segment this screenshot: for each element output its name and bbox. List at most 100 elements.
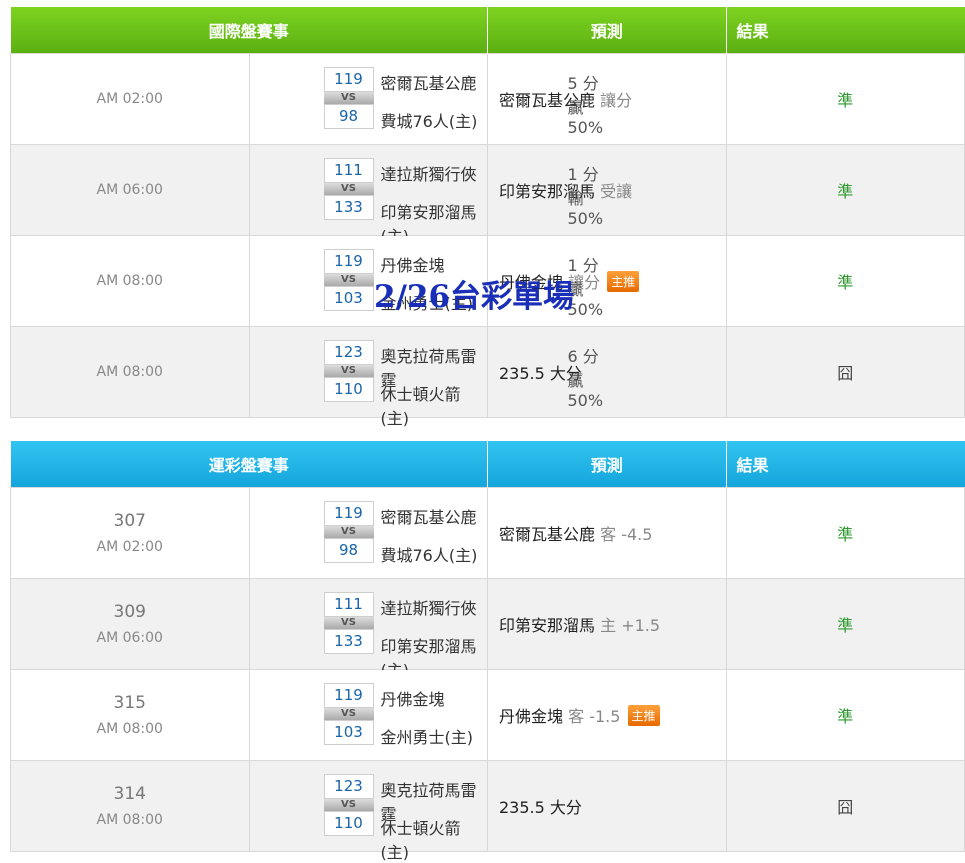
prediction-cell: 印第安那溜馬 受讓 [487, 143, 727, 236]
match-cell: 111 VS 133 達拉斯獨行俠 印第安那溜馬(主) [248, 577, 488, 680]
intl-table: 國際盤賽事 預測 結果 AM 02:00 119 VS 98 密爾瓦基公鹿 費城… [10, 7, 965, 428]
home-team: 金州勇士(主) [380, 727, 474, 747]
intl-header-result: 結果 [726, 7, 965, 53]
prediction-line: 主 +1.5 [600, 615, 661, 635]
home-team: 費城76人(主) [380, 545, 478, 565]
table-row: 314 AM 08:00 123 VS 110 奧克拉荷馬雷霆 休士頓火箭(主) … [10, 759, 965, 862]
away-score: 123 [323, 339, 374, 365]
vs-label: VS [323, 182, 374, 195]
match-time: AM 02:00 [96, 90, 163, 107]
date-watermark: 2/26台彩單場 [374, 279, 575, 315]
match-cell: 111 VS 133 達拉斯獨行俠 印第安那溜馬(主) 1 分輸50% [248, 143, 603, 246]
intl-header-prediction: 預測 [487, 7, 727, 53]
featured-pick-badge: 主推 [607, 270, 640, 292]
prediction-team: 密爾瓦基公鹿 [499, 524, 596, 544]
intl-panel: 國際盤賽事 預測 結果 AM 02:00 119 VS 98 密爾瓦基公鹿 費城… [10, 7, 965, 428]
table-row: 307 AM 02:00 119 VS 98 密爾瓦基公鹿 費城76人(主) 密爾… [10, 486, 965, 579]
result-cell: 準 [725, 668, 965, 761]
sports-panel: 運彩盤賽事 預測 結果 307 AM 02:00 119 VS 98 密爾瓦基公鹿… [10, 441, 965, 862]
away-score: 119 [323, 248, 374, 274]
home-score: 110 [323, 376, 374, 402]
prediction-team: 235.5 大分 [499, 797, 582, 817]
home-team: 費城76人(主) [380, 111, 478, 131]
match-time-cell: 314 AM 08:00 [10, 759, 250, 852]
home-score: 98 [323, 537, 374, 563]
prediction-cell: 235.5 大分 [487, 325, 727, 418]
match-time: AM 02:00 [96, 538, 163, 555]
match-time: AM 08:00 [96, 272, 163, 289]
score-box: 119 VS 98 [323, 66, 374, 129]
away-score: 111 [323, 591, 374, 617]
result-cell: 準 [725, 52, 965, 145]
spread-result: 5 分贏50% [567, 73, 604, 137]
result-cell: 囧 [725, 759, 965, 852]
home-score: 103 [323, 285, 374, 311]
match-time: AM 06:00 [96, 629, 163, 646]
prediction-cell: 235.5 大分 [487, 759, 727, 852]
table-row: AM 08:00 123 VS 110 奧克拉荷馬雷霆 休士頓火箭(主) 6 分… [10, 325, 965, 428]
home-score: 110 [323, 810, 374, 836]
vs-label: VS [323, 616, 374, 629]
table-row: AM 06:00 111 VS 133 達拉斯獨行俠 印第安那溜馬(主) 1 分… [10, 143, 965, 246]
game-number: 315 [113, 692, 146, 713]
match-cell: 123 VS 110 奧克拉荷馬雷霆 休士頓火箭(主) [248, 759, 488, 862]
match-time-cell: AM 02:00 [10, 52, 250, 145]
score-box: 119 VS 103 [323, 682, 374, 745]
score-box: 119 VS 103 [323, 248, 374, 311]
match-time-cell: 309 AM 06:00 [10, 577, 250, 670]
away-team: 達拉斯獨行俠 [380, 598, 477, 618]
match-time-cell: AM 08:00 [10, 234, 250, 327]
sports-header-match: 運彩盤賽事 [10, 441, 488, 487]
spread-result: 1 分輸50% [567, 164, 604, 228]
score-box: 111 VS 133 [323, 591, 374, 654]
away-team: 密爾瓦基公鹿 [380, 507, 477, 527]
table-row: AM 02:00 119 VS 98 密爾瓦基公鹿 費城76人(主) 5 分贏5… [10, 52, 965, 145]
prediction-type: 讓分 [600, 90, 633, 110]
result-cell: 準 [725, 234, 965, 327]
result-cell: 準 [725, 143, 965, 236]
game-number: 309 [113, 601, 146, 622]
vs-label: VS [323, 525, 374, 538]
prediction-cell: 密爾瓦基公鹿 客 -4.5 [487, 486, 727, 579]
prediction-cell: 印第安那溜馬 主 +1.5 [487, 577, 727, 670]
sports-header-result: 結果 [726, 441, 965, 487]
match-time-cell: AM 06:00 [10, 143, 250, 236]
away-team: 達拉斯獨行俠 [380, 164, 477, 184]
table-row: 309AM 06:00 111 VS 133 達拉斯獨行俠 印第安那溜馬(主) … [10, 577, 965, 680]
prediction-cell: 丹佛金塊 客 -1.5 主推 [487, 668, 727, 761]
game-number: 307 [113, 510, 146, 531]
match-cell: 119 VS 103 丹佛金塊 金州勇士(主) [248, 668, 488, 761]
away-score: 123 [323, 773, 374, 799]
home-score: 103 [323, 719, 374, 745]
home-team: 休士頓火箭(主) [380, 384, 461, 428]
home-team: 休士頓火箭(主) [380, 818, 461, 862]
sports-header-prediction: 預測 [487, 441, 727, 487]
match-cell: 119 VS 98 密爾瓦基公鹿 費城76人(主) 5 分贏50% [248, 52, 603, 145]
match-cell: 119 VS 98 密爾瓦基公鹿 費城76人(主) [248, 486, 488, 579]
score-box: 111 VS 133 [323, 157, 374, 220]
match-time: AM 06:00 [96, 181, 163, 198]
prediction-team: 丹佛金塊 [499, 706, 564, 726]
table-row: 315 AM 08:00 119 VS 103 丹佛金塊 金州勇士(主) 丹佛金塊… [10, 668, 965, 761]
score-box: 119 VS 98 [323, 500, 374, 563]
result-cell: 準 [725, 577, 965, 670]
game-number: 314 [113, 783, 146, 804]
sports-table: 運彩盤賽事 預測 結果 307 AM 02:00 119 VS 98 密爾瓦基公鹿… [10, 441, 965, 862]
score-box: 123 VS 110 [323, 773, 374, 836]
away-score: 119 [323, 682, 374, 708]
match-time: AM 08:00 [96, 811, 163, 828]
intl-header-match: 國際盤賽事 [10, 7, 488, 53]
prediction-cell: 密爾瓦基公鹿 讓分 [487, 52, 727, 145]
match-time-cell: AM 08:00 [10, 325, 250, 418]
match-time: AM 08:00 [96, 363, 163, 380]
vs-label: VS [323, 91, 374, 104]
featured-pick-badge: 主推 [627, 704, 660, 726]
vs-label: VS [323, 798, 374, 811]
prediction-line: 客 -4.5 [600, 524, 653, 544]
prediction-type: 受讓 [600, 181, 633, 201]
prediction-team: 印第安那溜馬 [499, 615, 596, 635]
home-score: 98 [323, 103, 374, 129]
match-cell: 123 VS 110 奧克拉荷馬雷霆 休士頓火箭(主) 6 分贏50% [248, 325, 603, 428]
result-cell: 準 [725, 486, 965, 579]
home-score: 133 [323, 628, 374, 654]
